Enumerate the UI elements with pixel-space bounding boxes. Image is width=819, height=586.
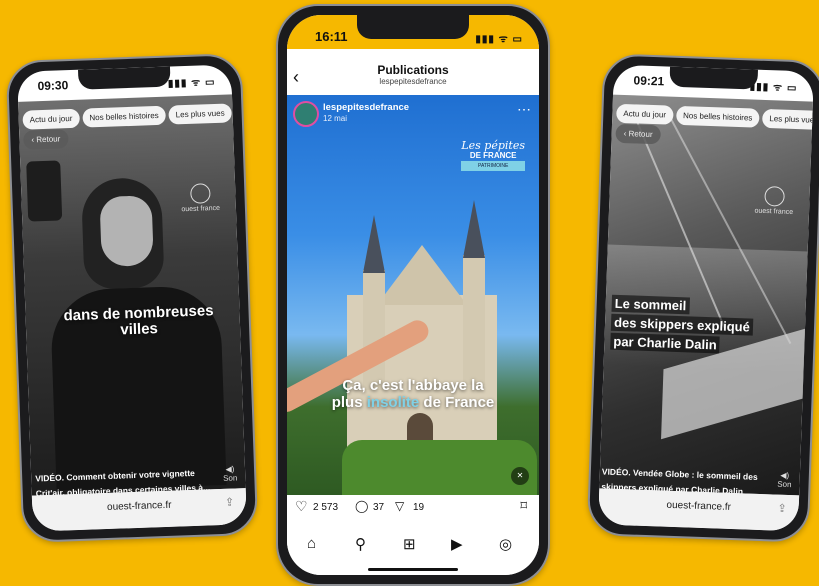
hedge: [342, 440, 537, 495]
profile-icon[interactable]: ◎: [499, 535, 512, 553]
account-avatar: [293, 101, 319, 127]
url-text: ouest-france.fr: [106, 499, 172, 513]
caption-highlight: insolite: [366, 394, 420, 411]
chip-belles-histoires[interactable]: Nos belles histoires: [675, 105, 760, 128]
like-button[interactable]: ♡: [295, 498, 308, 515]
send-icon: ▽: [395, 499, 405, 513]
person-face: [99, 195, 154, 268]
sound-toggle[interactable]: ◀) Son: [777, 471, 792, 489]
address-bar[interactable]: ouest-france.fr ⇪: [31, 488, 247, 532]
status-icons: ▮▮▮ ᯤ ▭: [475, 34, 523, 45]
caption-line-2: plus insolite de France: [331, 394, 495, 411]
chip-belles-histoires[interactable]: Nos belles histoires: [82, 105, 167, 128]
home-indicator: [368, 568, 458, 571]
comment-icon: ◯: [355, 499, 369, 513]
back-label: Retour: [36, 134, 61, 145]
camera-object: [26, 160, 63, 222]
header-subtitle: lespepitesdefrance: [379, 77, 447, 86]
home-icon[interactable]: ⌂: [307, 535, 316, 552]
notch: [78, 66, 171, 90]
share-button[interactable]: ▽: [395, 499, 404, 513]
heart-icon: ♡: [295, 498, 308, 514]
chip-plus-vues[interactable]: Les plus vues: [762, 108, 814, 131]
chip-actu-du-jour[interactable]: Actu du jour: [22, 108, 80, 130]
notch: [669, 66, 759, 90]
post-actions: ♡ 2 573 ◯ 37 ▽ 19 ⌑: [287, 495, 539, 519]
status-icons: ▮▮▮ ᯤ ▭: [167, 76, 216, 90]
status-time: 09:30: [37, 78, 69, 94]
left-phone-screen: 09:30 ▮▮▮ ᯤ ▭ dans de nombreuses villes …: [17, 64, 247, 532]
abbey-gable: [377, 245, 467, 305]
ouest-france-logo: ouest france: [754, 185, 794, 217]
comment-button[interactable]: ◯: [355, 499, 368, 513]
post-account-name: lespepitesdefrance: [323, 102, 410, 113]
ouest-france-logo: ouest france: [181, 183, 221, 214]
post-date: 12 mai: [323, 114, 348, 123]
speaker-icon: ◀): [780, 470, 790, 481]
brand-line-2: DE FRANCE: [469, 151, 517, 160]
address-bar[interactable]: ouest-france.fr ⇪: [598, 488, 800, 532]
abbey-spire-right: [463, 200, 485, 258]
page-header: ‹ Publications lespepitesdefrance: [287, 49, 539, 95]
status-time: 16:11: [315, 29, 348, 44]
abbey-tower-right: [463, 255, 485, 385]
mute-button[interactable]: ✕: [511, 467, 529, 485]
abbey-tower-left: [363, 270, 385, 390]
right-phone-screen: 09:21 ▮▮▮ ᯤ ▭ ouest france Le sommeil de…: [598, 64, 814, 532]
chip-plus-vues[interactable]: Les plus vues: [168, 103, 232, 125]
headline-line-3: par Charlie Dalin: [610, 332, 720, 354]
back-chevron-icon[interactable]: ‹: [293, 67, 299, 88]
sound-label: Son: [222, 473, 238, 483]
url-text: ouest-france.fr: [666, 499, 732, 513]
headline-line-2: des skippers expliqué: [610, 313, 754, 336]
bookmark-icon[interactable]: ⌑: [520, 498, 527, 514]
like-count: 2 573: [313, 502, 339, 513]
sound-label: Son: [777, 479, 792, 490]
notch: [357, 15, 469, 39]
headline-line-1: Le sommeil: [611, 294, 690, 315]
header-title: Publications: [377, 63, 449, 77]
video-overlay-text: dans de nombreuses villes: [63, 302, 214, 339]
video-area[interactable]: ouest france Le sommeil des skippers exp…: [599, 94, 813, 496]
back-button[interactable]: ‹ Retour: [615, 123, 661, 145]
reels-icon[interactable]: ▶: [451, 535, 463, 553]
chip-actu-du-jour[interactable]: Actu du jour: [616, 103, 674, 125]
caption-line-1: Ça, c'est l'abbaye la: [342, 377, 484, 394]
search-icon[interactable]: ⚲: [355, 535, 366, 553]
add-post-icon[interactable]: ⊞: [403, 535, 416, 553]
center-phone-screen: 16:11 ▮▮▮ ᯤ ▭ ‹ Publications lespepitesd…: [287, 15, 539, 575]
back-label: Retour: [628, 129, 653, 140]
sound-toggle[interactable]: ◀) Son: [222, 464, 238, 483]
status-icons: ▮▮▮ ᯤ ▭: [749, 81, 798, 95]
more-options-icon[interactable]: ⋯: [517, 101, 531, 118]
post-caption: Ça, c'est l'abbaye la plus insolite de F…: [287, 377, 539, 411]
brand-line-3: PATRIMOINE: [461, 161, 525, 171]
status-time: 09:21: [633, 73, 665, 89]
share-icon[interactable]: ⇪: [777, 502, 787, 515]
abbey-spire-left: [363, 215, 385, 273]
share-count: 19: [413, 502, 425, 513]
headline: Le sommeil des skippers expliqué par Cha…: [610, 294, 754, 356]
left-phone: 09:30 ▮▮▮ ᯤ ▭ dans de nombreuses villes …: [5, 53, 259, 543]
back-button[interactable]: ‹ Retour: [23, 129, 69, 150]
brand-line-1: Les pépites: [461, 139, 525, 152]
bottom-nav: ⌂ ⚲ ⊞ ▶ ◎: [287, 519, 539, 575]
share-icon[interactable]: ⇪: [225, 496, 235, 509]
comment-count: 37: [373, 502, 385, 513]
video-area[interactable]: dans de nombreuses villes ouest france V…: [18, 94, 246, 498]
post-media[interactable]: lespepitesdefrance 12 mai ⋯ Les pépites …: [287, 95, 539, 495]
center-phone: 16:11 ▮▮▮ ᯤ ▭ ‹ Publications lespepitesd…: [276, 4, 550, 586]
brand-logo: Les pépites DE FRANCE PATRIMOINE: [461, 139, 525, 171]
right-phone: 09:21 ▮▮▮ ᯤ ▭ ouest france Le sommeil de…: [586, 53, 819, 543]
